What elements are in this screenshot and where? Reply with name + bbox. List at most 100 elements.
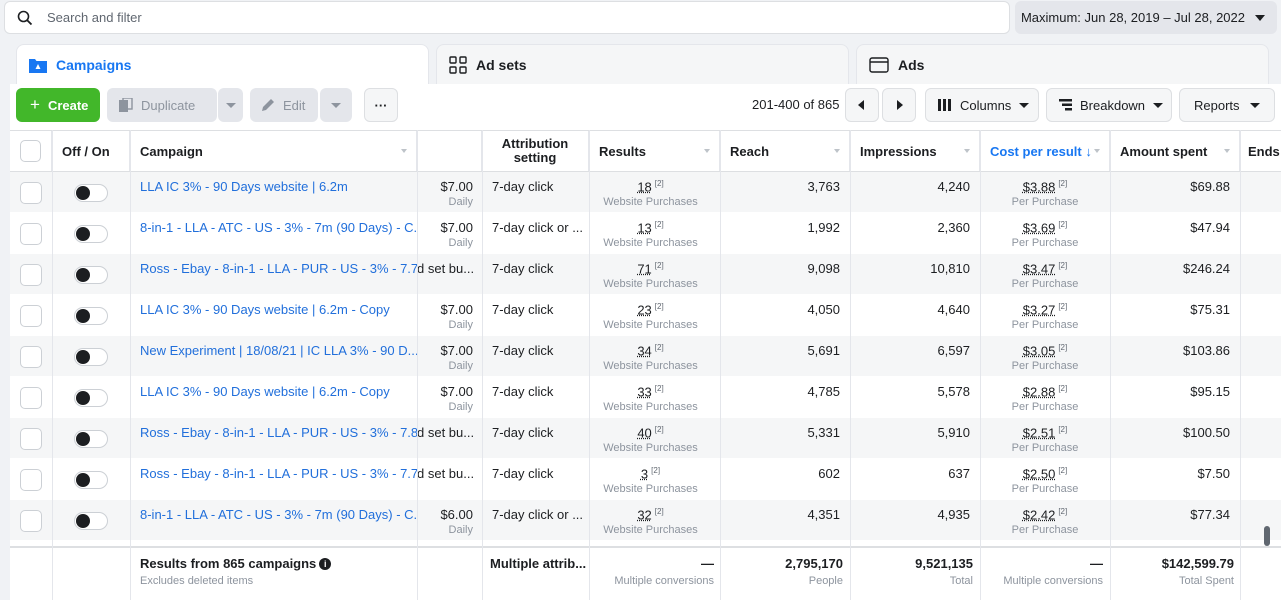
column-off-on[interactable]: Off / On [52, 131, 130, 171]
table-row[interactable]: 8-in-1 - LLA - ATC - US - 3% - 7m (90 Da… [10, 500, 1281, 541]
impressions-cell: 6,597 [850, 336, 980, 377]
results-value[interactable]: 33 [637, 384, 651, 399]
columns-button[interactable]: Columns [925, 88, 1039, 122]
row-checkbox[interactable] [20, 222, 42, 245]
column-impressions[interactable]: Impressions [850, 131, 980, 171]
edit-button[interactable]: Edit [250, 88, 318, 122]
search-bar[interactable] [4, 1, 1010, 34]
campaign-toggle[interactable] [74, 347, 108, 366]
cpr-value[interactable]: $2.42 [1023, 507, 1056, 522]
results-value[interactable]: 71 [637, 261, 651, 276]
top-bar: Maximum: Jun 28, 2019 – Jul 28, 2022 [0, 0, 1281, 36]
cpr-sub: Per Purchase [1011, 278, 1079, 291]
campaign-toggle[interactable] [74, 388, 108, 407]
summary-reach: 2,795,170 People [720, 556, 843, 587]
budget-value: $7.00 [440, 179, 473, 194]
more-options-button[interactable]: ··· [364, 88, 398, 122]
campaign-toggle[interactable] [74, 224, 108, 243]
summary-results-value: — [701, 556, 714, 571]
campaign-toggle[interactable] [74, 265, 108, 284]
horizontal-scrollbar-thumb[interactable] [1264, 526, 1270, 546]
attribution-cell: 7-day click [482, 295, 589, 336]
column-attribution[interactable]: Attribution setting [482, 131, 589, 171]
campaign-name-link[interactable]: Ross - Ebay - 8-in-1 - LLA - PUR - US - … [140, 425, 417, 440]
summary-spent-value: $142,599.79 [1161, 556, 1234, 571]
next-page-button[interactable] [882, 88, 916, 122]
column-results[interactable]: Results [589, 131, 720, 171]
campaign-name-cell: 8-in-1 - LLA - ATC - US - 3% - 7m (90 Da… [130, 213, 417, 254]
campaign-toggle[interactable] [74, 183, 108, 202]
campaign-name-link[interactable]: 8-in-1 - LLA - ATC - US - 3% - 7m (90 Da… [140, 507, 417, 522]
cpr-value[interactable]: $3.88 [1023, 179, 1056, 194]
campaign-toggle[interactable] [74, 306, 108, 325]
column-divider [980, 130, 981, 600]
cpr-value[interactable]: $3.69 [1023, 220, 1056, 235]
cpr-value[interactable]: $2.51 [1023, 425, 1056, 440]
select-all-cell [10, 131, 52, 171]
row-checkbox[interactable] [20, 427, 42, 450]
cpr-value[interactable]: $2.50 [1023, 466, 1056, 481]
table-row[interactable]: New Experiment | 18/08/21 | IC LLA 3% - … [10, 336, 1281, 377]
impressions-cell: 2,360 [850, 213, 980, 254]
cpr-sub: Per Purchase [1011, 442, 1079, 455]
search-input[interactable] [47, 10, 947, 25]
table-row[interactable]: LLA IC 3% - 90 Days website | 6.2m - Cop… [10, 377, 1281, 418]
cpr-value[interactable]: $3.47 [1023, 261, 1056, 276]
select-all-checkbox[interactable] [20, 140, 41, 162]
campaign-toggle[interactable] [74, 470, 108, 489]
row-checkbox[interactable] [20, 468, 42, 491]
reports-button[interactable]: Reports [1179, 88, 1275, 122]
column-budget[interactable] [417, 131, 482, 171]
create-button[interactable]: + Create [16, 88, 100, 122]
cpr-value[interactable]: $2.88 [1023, 384, 1056, 399]
tab-campaigns[interactable]: Campaigns [16, 44, 429, 84]
previous-page-button[interactable] [845, 88, 879, 122]
campaign-name-link[interactable]: 8-in-1 - LLA - ATC - US - 3% - 7m (90 Da… [140, 220, 417, 235]
results-value[interactable]: 32 [637, 507, 651, 522]
table-row[interactable]: 8-in-1 - LLA - ATC - US - 3% - 7m (90 Da… [10, 213, 1281, 254]
cpr-value[interactable]: $3.05 [1023, 343, 1056, 358]
campaign-toggle[interactable] [74, 511, 108, 530]
duplicate-button[interactable]: Duplicate [107, 88, 217, 122]
edit-dropdown-button[interactable] [320, 88, 352, 122]
breakdown-button[interactable]: Breakdown [1046, 88, 1172, 122]
row-checkbox[interactable] [20, 386, 42, 409]
column-reach[interactable]: Reach [720, 131, 850, 171]
table-row[interactable]: Ross - Ebay - 8-in-1 - LLA - PUR - US - … [10, 254, 1281, 295]
campaign-name-link[interactable]: LLA IC 3% - 90 Days website | 6.2m [140, 179, 348, 194]
campaign-name-link[interactable]: Ross - Ebay - 8-in-1 - LLA - PUR - US - … [140, 261, 417, 276]
campaign-toggle[interactable] [74, 429, 108, 448]
cpr-sub: Per Purchase [1011, 360, 1079, 373]
date-range-selector[interactable]: Maximum: Jun 28, 2019 – Jul 28, 2022 [1015, 1, 1277, 34]
row-checkbox[interactable] [20, 304, 42, 327]
table-row[interactable]: Ross - Ebay - 8-in-1 - LLA - PUR - US - … [10, 418, 1281, 459]
column-attribution-label: Attribution setting [501, 136, 569, 165]
campaign-name-link[interactable]: LLA IC 3% - 90 Days website | 6.2m - Cop… [140, 302, 390, 317]
tab-ads[interactable]: Ads [856, 44, 1269, 84]
row-checkbox[interactable] [20, 345, 42, 368]
column-cost-per-result[interactable]: Cost per result ↓ [980, 131, 1110, 171]
tab-ad-sets[interactable]: Ad sets [436, 44, 849, 84]
campaign-name-link[interactable]: LLA IC 3% - 90 Days website | 6.2m - Cop… [140, 384, 390, 399]
table-row[interactable]: LLA IC 3% - 90 Days website | 6.2m $7.00 D… [10, 172, 1281, 213]
column-amount-spent[interactable]: Amount spent [1110, 131, 1240, 171]
campaign-name-link[interactable]: Ross - Ebay - 8-in-1 - LLA - PUR - US - … [140, 466, 417, 481]
row-checkbox[interactable] [20, 263, 42, 286]
results-value[interactable]: 34 [637, 343, 651, 358]
cpr-value[interactable]: $3.27 [1023, 302, 1056, 317]
row-checkbox[interactable] [20, 509, 42, 532]
results-value[interactable]: 13 [637, 220, 651, 235]
row-checkbox[interactable] [20, 181, 42, 204]
column-campaign[interactable]: Campaign [130, 131, 417, 171]
column-ends[interactable]: Ends [1240, 131, 1281, 171]
results-value[interactable]: 18 [637, 179, 651, 194]
info-icon[interactable]: i [319, 558, 332, 570]
duplicate-dropdown-button[interactable] [218, 88, 243, 122]
results-value[interactable]: 23 [637, 302, 651, 317]
summary-impressions: 9,521,135 Total [850, 556, 973, 587]
table-row[interactable]: LLA IC 3% - 90 Days website | 6.2m - Cop… [10, 295, 1281, 336]
campaign-name-link[interactable]: New Experiment | 18/08/21 | IC LLA 3% - … [140, 343, 417, 358]
table-row[interactable]: Ross - Ebay - 8-in-1 - LLA - PUR - US - … [10, 459, 1281, 500]
results-value[interactable]: 3 [641, 466, 648, 481]
results-value[interactable]: 40 [637, 425, 651, 440]
